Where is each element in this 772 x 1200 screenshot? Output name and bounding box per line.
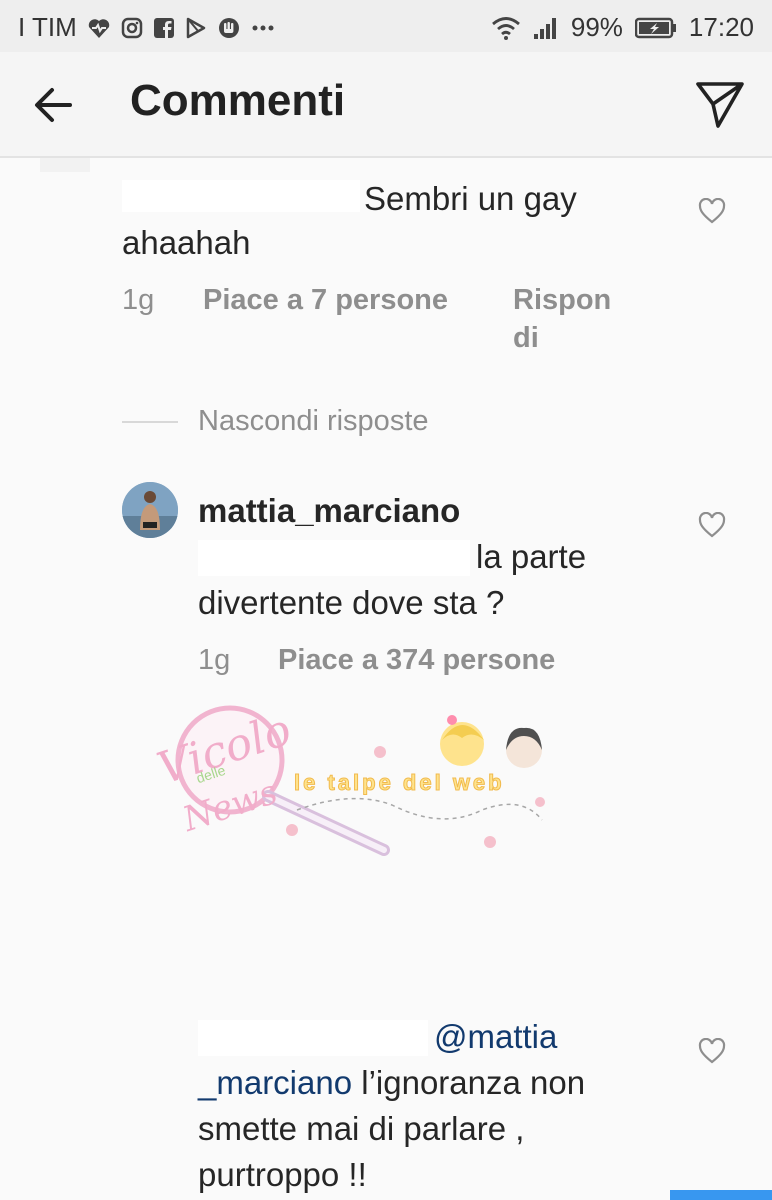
replies-divider [122,421,178,423]
reply-text-line1: la parte [476,538,587,575]
hide-replies-button[interactable]: Nascondi risposte [198,405,429,438]
mention-link-cont[interactable]: _marciano [198,1064,352,1101]
battery-icon [634,17,677,39]
comment-text-line2: ahaahah [122,224,251,261]
reply-button-line2[interactable]: di [513,322,539,355]
mention-link[interactable]: @mattia [434,1018,557,1055]
back-arrow-icon[interactable] [30,82,76,128]
page-title: Commenti [130,76,346,125]
redacted-mention [198,540,470,576]
avatar[interactable] [122,482,178,538]
reply-age: 1g [198,644,231,676]
status-left: I TIM [18,12,275,43]
wifi-icon [491,16,521,40]
carrier-label: I TIM [18,12,77,42]
reply2-text-line3: smette mai di parlare , [198,1110,525,1147]
battery-percent: 99% [570,12,623,42]
redacted-username [122,180,360,212]
reply-text-line2: divertente dove sta ? [198,584,505,621]
signal-icon [533,16,559,40]
watermark-brand-talpe: le talpe del web [294,770,505,796]
reply-likes[interactable]: Piace a 374 persone [278,644,555,677]
app-bar: Commenti [0,52,772,158]
reply2-text-line4: purtroppo !! [198,1156,367,1193]
watermark: Vicolo delle News le talpe del web [122,700,562,870]
comment-likes[interactable]: Piace a 7 persone [203,284,448,317]
reply-button-line1[interactable]: Rispon [513,284,611,317]
like-heart-icon[interactable] [698,198,726,224]
bottom-accent-bar [670,1190,772,1200]
instagram-icon [121,17,143,39]
status-bar: I TIM 99% 17:20 [0,0,772,52]
reply-username[interactable]: mattia_marciano [198,488,460,534]
redacted-username [198,1020,428,1056]
avatar-partial [40,158,90,172]
send-direct-icon[interactable] [694,78,746,130]
reply2-text-line2: _marciano l’ignoranza non [198,1060,585,1106]
comment-text-line1: Sembri un gay [364,180,577,217]
health-icon [87,17,111,39]
facebook-icon [153,17,175,39]
like-heart-icon[interactable] [698,512,726,538]
status-right: 99% 17:20 [491,12,754,43]
clock: 17:20 [688,12,754,42]
mention-line1[interactable]: @mattia [434,1014,557,1060]
more-notifications-icon [251,24,275,32]
reply2-text-rest: l’ignoranza non [352,1064,586,1101]
comment-age: 1g [122,284,155,316]
play-store-icon [185,17,207,39]
hand-icon [217,16,241,40]
like-heart-icon[interactable] [698,1038,726,1064]
